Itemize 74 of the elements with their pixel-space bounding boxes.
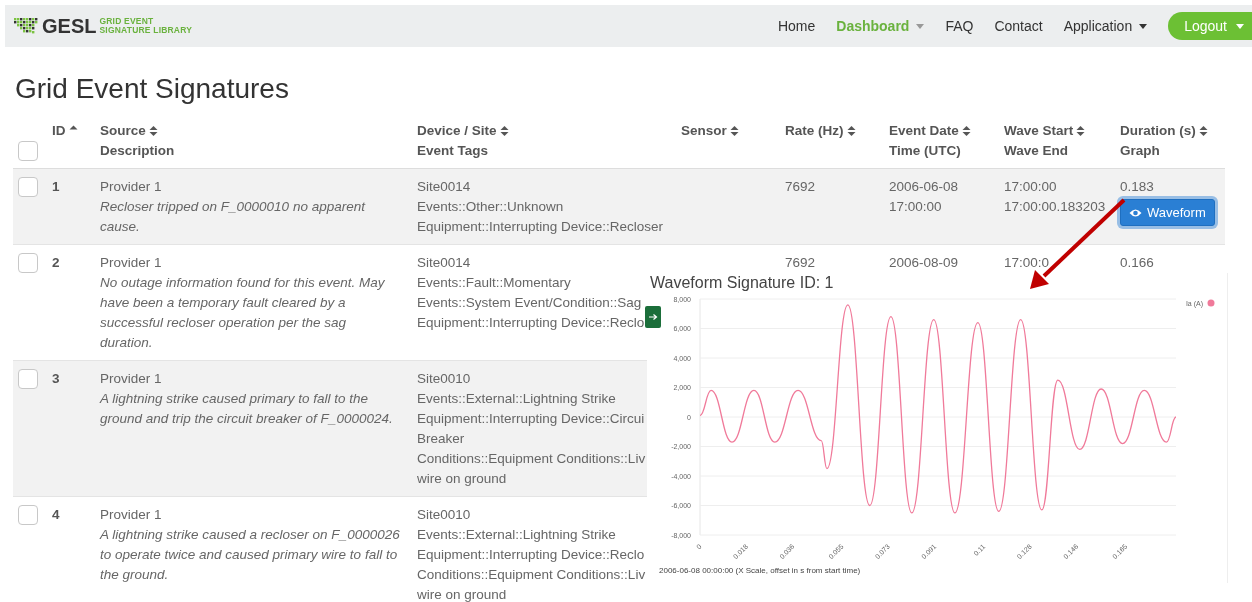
description-text: A lightning strike caused a recloser on F_0000026 to operate twice and caused primary wire to fall to the ground. — [100, 526, 400, 584]
table-cell-text: Provider 1 — [100, 254, 163, 272]
table-cell-text: Equipment::Interrupting Device::Reclo — [417, 314, 645, 332]
checkbox[interactable] — [18, 141, 38, 161]
table-cell-text: Site0010 — [417, 370, 471, 388]
column-header[interactable]: Source — [100, 121, 146, 141]
logo-icon — [14, 18, 38, 34]
table-cell-text: 7692 — [785, 254, 816, 272]
table-cell-text: 0.183 — [1120, 178, 1154, 196]
brand-tagline: GRID EVENT — [99, 17, 155, 26]
table-cell-text: wire on ground — [417, 470, 507, 488]
nav-link[interactable]: Home — [777, 18, 816, 34]
table-cell-text: Events::System Event/Condition::Sag — [417, 294, 642, 312]
table-cell-text: 0.166 — [1120, 254, 1154, 272]
column-header[interactable]: Rate (Hz) — [785, 121, 844, 141]
arrow-right-icon — [648, 313, 658, 321]
table-cell-text: 1 — [52, 178, 61, 196]
table-cell-text: Events::External::Lightning Strike — [417, 526, 616, 544]
nav-link[interactable]: Contact — [994, 18, 1043, 34]
table-cell-text: 4 — [52, 506, 61, 524]
column-header: Event Tags — [417, 142, 489, 160]
eye-icon — [1129, 207, 1142, 218]
brand-name: GESL — [42, 14, 97, 38]
table-cell-text: Conditions::Equipment Conditions::Liv — [417, 450, 646, 468]
table-cell-text: Events::Other::Unknown — [417, 198, 564, 216]
table-cell-text: Provider 1 — [100, 506, 163, 524]
table-cell-text: 17:00:00.183203 — [1004, 198, 1106, 216]
table-cell-text: Site0014 — [417, 178, 471, 196]
checkbox[interactable] — [18, 177, 38, 197]
checkbox[interactable] — [18, 253, 38, 273]
table-cell-text: Conditions::Equipment Conditions::Liv — [417, 566, 646, 584]
page-title: Grid Event Signatures — [15, 72, 290, 106]
x-axis-label: 2006-06-08 00:00:00 (X Scale, offset in s from start time) — [659, 566, 861, 575]
table-cell-text: 2006-08-09 — [889, 254, 959, 272]
description-text: A lightning strike caused primary to fall to the ground and trip the circuit breaker of F_0000024. — [100, 390, 394, 428]
table-cell-text: 2006-06-08 — [889, 178, 959, 196]
waveform-button[interactable]: Waveform — [1120, 199, 1215, 226]
table-cell-text: Events::External::Lightning Strike — [417, 390, 616, 408]
table-cell-text: 17:00:00 — [889, 198, 942, 216]
nav-link[interactable]: FAQ — [945, 18, 974, 34]
table-cell-text: Provider 1 — [100, 370, 163, 388]
side-toggle-button[interactable] — [645, 306, 661, 328]
column-header[interactable]: Device / Site — [417, 121, 497, 141]
nav-link[interactable]: Application — [1063, 18, 1148, 34]
column-header[interactable]: Wave Start — [1004, 121, 1074, 141]
column-header: Time (UTC) — [889, 142, 961, 160]
table-cell-text: 2 — [52, 254, 61, 272]
checkbox[interactable] — [18, 369, 38, 389]
table-cell-text: Breaker — [417, 430, 465, 448]
column-header: Graph — [1120, 142, 1160, 160]
table-cell-text: 17:00:00 — [1004, 178, 1057, 196]
table-cell-text: 17:00:0 — [1004, 254, 1050, 272]
table-cell-text: 7692 — [785, 178, 816, 196]
brand-tagline: SIGNATURE LIBRARY — [99, 26, 193, 35]
description-text: Recloser tripped on F_0000010 no apparent cause. — [100, 198, 367, 236]
legend-dot[interactable] — [1207, 299, 1215, 307]
table-cell-text: Site0010 — [417, 506, 471, 524]
column-header[interactable]: Duration (s) — [1120, 121, 1196, 141]
table-cell-text: Events::Fault::Momentary — [417, 274, 571, 292]
column-header[interactable]: ID — [52, 121, 66, 141]
table-cell-text: Provider 1 — [100, 178, 163, 196]
table-cell-text: Site0014 — [417, 254, 471, 272]
column-header[interactable]: Event Date — [889, 121, 959, 141]
column-header: Description — [100, 142, 175, 160]
table-cell-text: Equipment::Interrupting Device::Circui — [417, 410, 645, 428]
column-header: Wave End — [1004, 142, 1068, 160]
table-cell-text: Equipment::Interrupting Device::Recloser — [417, 218, 664, 236]
table-cell-text: wire on ground — [417, 586, 507, 602]
popup-title: Waveform Signature ID: 1 — [649, 273, 835, 293]
table-cell-text: 3 — [52, 370, 61, 388]
column-header[interactable]: Sensor — [681, 121, 727, 141]
table-cell-text: Equipment::Interrupting Device::Reclo — [417, 546, 645, 564]
description-text: No outage information found for this event. May have been a temporary fault cleared by a successful recloser operation per the sag duration. — [100, 274, 386, 352]
checkbox[interactable] — [18, 505, 38, 525]
